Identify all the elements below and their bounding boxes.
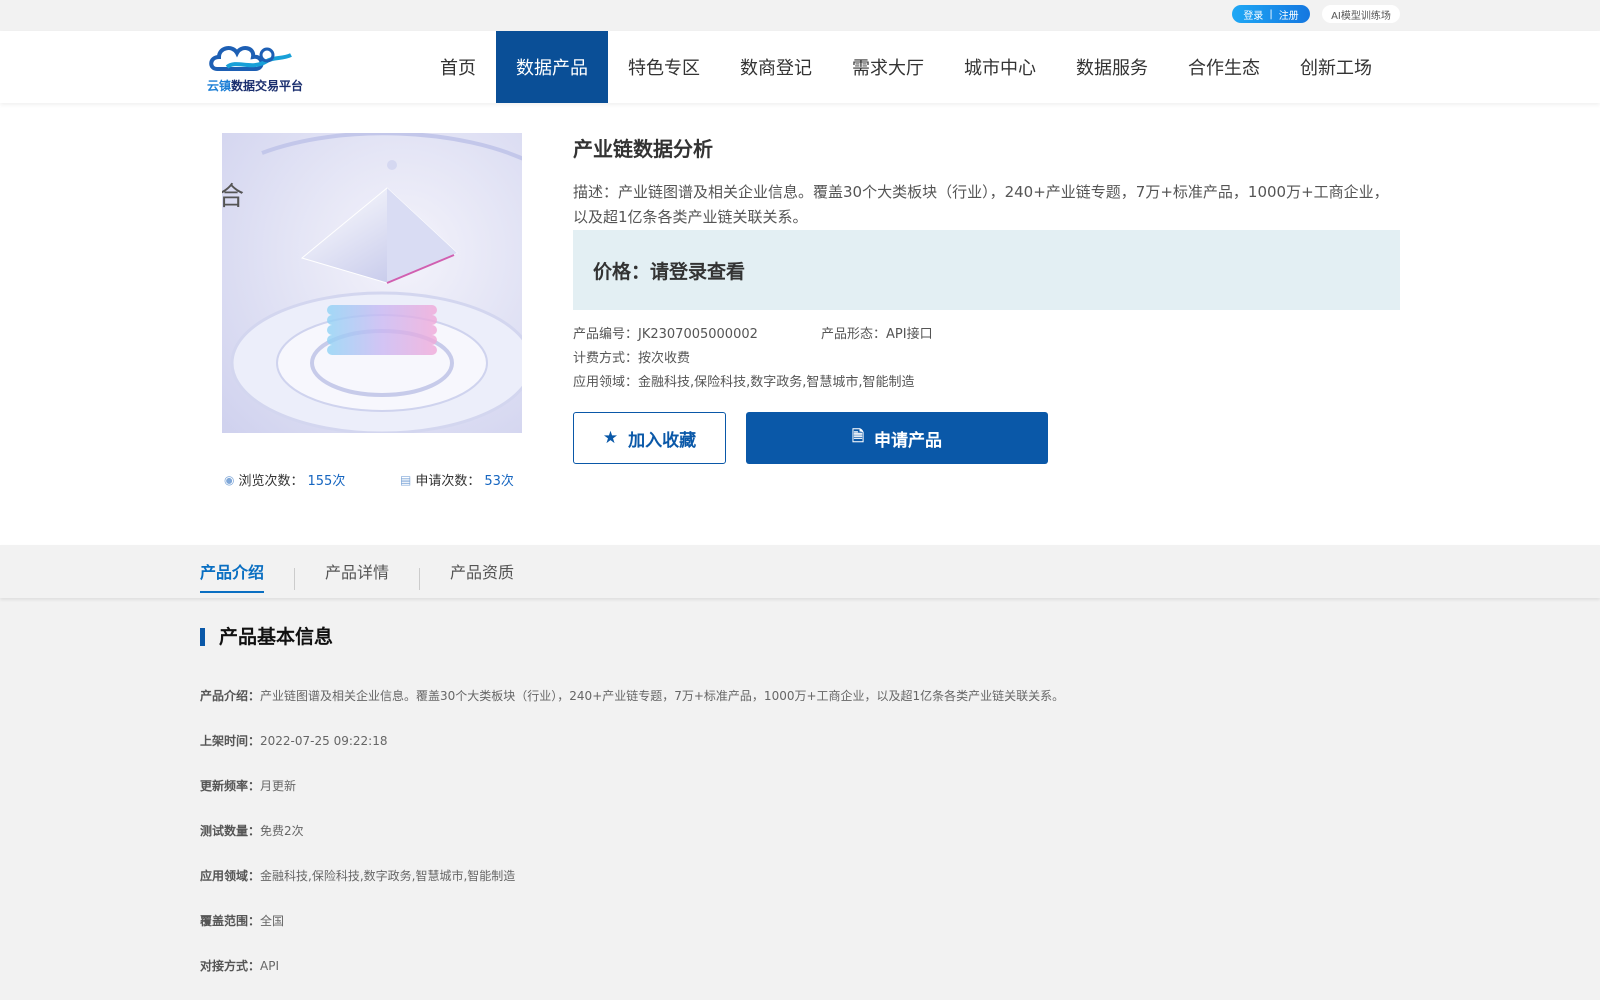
price-text: 价格：请登录查看 <box>593 260 746 283</box>
top-strip: 登录 | 注册 AI模型训练场 <box>0 0 1600 31</box>
add-favorite-label: 加入收藏 <box>628 430 697 451</box>
info-row-coverage: 覆盖范围：全国 <box>200 914 285 928</box>
basic-info-title: 产品基本信息 <box>200 628 333 647</box>
detail-tabs: 产品介绍 产品详情 产品资质 <box>0 545 1600 598</box>
billing-method: 计费方式：按次收费 <box>573 351 691 366</box>
nav-data-services[interactable]: 数据服务 <box>1056 31 1168 103</box>
svg-text:合: 合 <box>222 182 244 212</box>
login-separator: | <box>1269 8 1273 20</box>
product-title: 产业链数据分析 <box>573 137 713 161</box>
tab-separator <box>294 568 295 590</box>
tab-product-intro[interactable]: 产品介绍 <box>200 559 265 593</box>
main-header: 云镇数据交易平台 首页 数据产品 特色专区 数商登记 需求大厅 城市中心 数据服… <box>0 31 1600 103</box>
ai-training-link[interactable]: AI模型训练场 <box>1322 5 1400 23</box>
product-form: 产品形态：API接口 <box>821 327 933 342</box>
nav-data-products[interactable]: 数据产品 <box>496 31 608 103</box>
nav-featured-zone[interactable]: 特色专区 <box>608 31 720 103</box>
tab-product-qualifications[interactable]: 产品资质 <box>450 559 514 591</box>
tab-product-details[interactable]: 产品详情 <box>325 559 389 591</box>
applies-stat: ▤ 申请次数： 53次 <box>400 470 514 490</box>
nav-merchant-registration[interactable]: 数商登记 <box>720 31 832 103</box>
cloud-logo-icon <box>209 46 292 71</box>
product-description: 描述：产业链图谱及相关企业信息。覆盖30个大类板块（行业），240+产业链专题，… <box>573 183 1389 226</box>
views-stat: ◉ 浏览次数： 155次 <box>224 470 346 490</box>
views-value: 155次 <box>307 474 346 489</box>
nav-partner-ecosystem[interactable]: 合作生态 <box>1168 31 1280 103</box>
add-favorite-button[interactable]: ★ 加入收藏 <box>573 412 726 464</box>
applies-value: 53次 <box>484 474 514 489</box>
star-icon: ★ <box>602 428 619 448</box>
login-register-pill: 登录 | 注册 <box>1232 5 1310 23</box>
product-code: 产品编号：JK2307005000002 <box>573 327 758 342</box>
nav-home[interactable]: 首页 <box>420 31 496 103</box>
price-box: 价格：请登录查看 <box>573 230 1400 310</box>
eye-icon: ◉ <box>224 472 235 487</box>
file-icon: 🗎 <box>851 426 865 445</box>
info-row-integration-method: 对接方式：API <box>200 959 279 973</box>
document-icon: ▤ <box>400 472 412 487</box>
info-row-listed-time: 上架时间：2022-07-25 09:22:18 <box>200 734 388 748</box>
info-row-intro: 产品介绍：产业链图谱及相关企业信息。覆盖30个大类板块（行业），240+产业链专… <box>200 689 1065 703</box>
nav-city-center[interactable]: 城市中心 <box>944 31 1056 103</box>
applies-label: 申请次数： <box>415 474 481 489</box>
details-section: 产品介绍 产品详情 产品资质 产品基本信息 产品介绍：产业链图谱及相关企业信息。… <box>0 545 1600 1000</box>
info-row-update-frequency: 更新频率：月更新 <box>200 779 297 793</box>
nav-demand-hall[interactable]: 需求大厅 <box>832 31 944 103</box>
apply-product-label: 申请产品 <box>874 430 943 451</box>
logo-text: 云镇数据交易平台 <box>207 79 304 93</box>
product-illustration: 合 <box>222 133 522 433</box>
apply-product-button[interactable]: 🗎 申请产品 <box>746 412 1048 464</box>
tab-separator <box>419 568 420 590</box>
site-logo[interactable]: 云镇数据交易平台 <box>205 41 305 96</box>
product-image: 合 <box>222 133 522 433</box>
register-link[interactable]: 注册 <box>1279 7 1299 22</box>
info-row-application-domains: 应用领域：金融科技,保险科技,数字政务,智慧城市,智能制造 <box>200 869 516 883</box>
nav-innovation-workshop[interactable]: 创新工场 <box>1280 31 1392 103</box>
main-nav: 首页 数据产品 特色专区 数商登记 需求大厅 城市中心 数据服务 合作生态 创新… <box>420 31 1392 103</box>
application-domains: 应用领域：金融科技,保险科技,数字政务,智慧城市,智能制造 <box>573 375 915 390</box>
views-label: 浏览次数： <box>238 474 304 489</box>
info-row-test-quantity: 测试数量：免费2次 <box>200 824 304 838</box>
login-link[interactable]: 登录 <box>1243 7 1263 22</box>
